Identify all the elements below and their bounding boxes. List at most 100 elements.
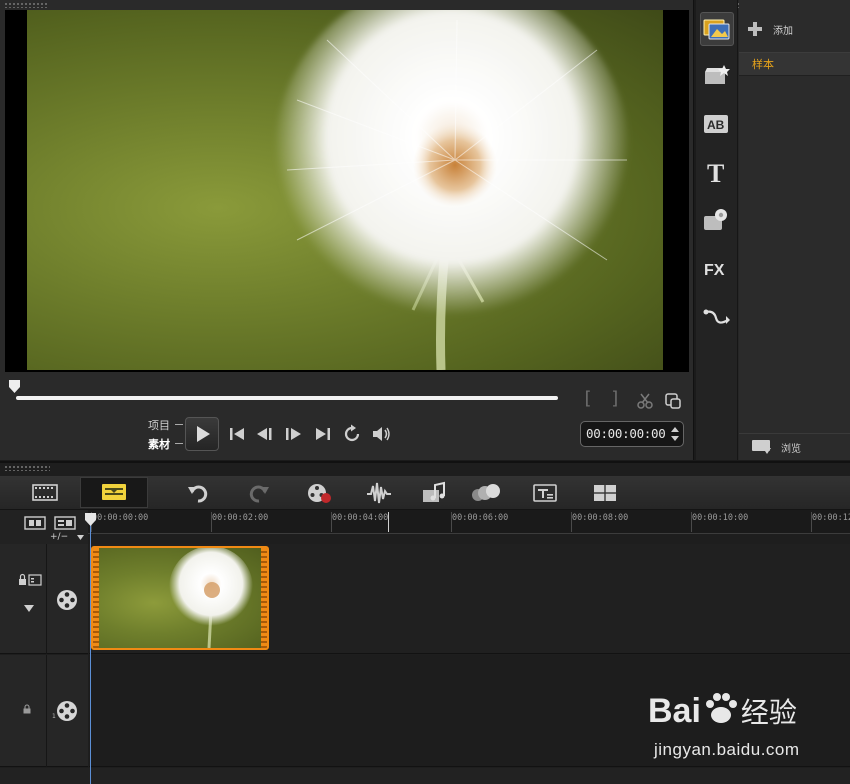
panel-grip[interactable] xyxy=(4,2,48,8)
track-expand-icon[interactable] xyxy=(24,605,34,612)
playhead-marker[interactable] xyxy=(85,513,96,526)
ruler-label: 00:00:02:00 xyxy=(212,513,269,523)
redo-button[interactable] xyxy=(246,481,272,505)
graphic-icon[interactable] xyxy=(700,204,734,238)
sound-mixer-button[interactable] xyxy=(366,481,392,505)
filter-icon[interactable]: FX xyxy=(700,252,734,286)
transition-icon[interactable]: AB xyxy=(700,108,734,142)
step-forward-icon xyxy=(286,428,301,440)
volume-button[interactable] xyxy=(370,423,392,445)
timecode-field[interactable]: 00:00:00:00 xyxy=(580,421,684,447)
baidu-watermark: Bai 经验 jingyan.baidu.com xyxy=(648,688,848,778)
overlay-track-reel-icon[interactable] xyxy=(56,700,78,722)
grid-icon xyxy=(594,485,616,501)
go-to-start-button[interactable] xyxy=(226,423,248,445)
timeline-toolbar xyxy=(0,476,850,510)
paw-icon xyxy=(705,693,737,723)
filmstrip-icon xyxy=(32,484,58,501)
panel-grip[interactable] xyxy=(4,465,50,471)
motion-circles-icon xyxy=(472,484,500,501)
browse-folder-icon xyxy=(752,440,771,454)
storyboard-view-button[interactable] xyxy=(12,477,80,508)
video-track-header xyxy=(0,544,88,654)
zoom-dropdown-icon[interactable] xyxy=(77,535,84,540)
next-frame-button[interactable] xyxy=(282,423,304,445)
ruler-label: 00:00:04:00 xyxy=(332,513,389,523)
video-track-lane[interactable] xyxy=(89,544,850,654)
rail-fx-text: FX xyxy=(704,262,725,279)
lock-ripple-icon[interactable] xyxy=(18,573,42,587)
timeline-view-button[interactable] xyxy=(80,477,148,508)
speaker-icon xyxy=(373,427,390,441)
instant-project-icon[interactable] xyxy=(700,60,734,94)
library-folder-sample[interactable]: 样本 xyxy=(739,52,850,76)
timecode-spinner-icon[interactable] xyxy=(670,425,680,443)
motion-tracking-button[interactable] xyxy=(471,481,500,505)
track-header-controls: +/− xyxy=(0,510,88,544)
rail-ab-text: AB xyxy=(707,118,725,132)
playhead-line xyxy=(90,524,91,784)
undo-button[interactable] xyxy=(185,481,211,505)
subtitle-icon xyxy=(533,484,557,502)
waveform-icon xyxy=(367,482,391,504)
title-icon[interactable]: T xyxy=(700,156,734,190)
track-lock-icon[interactable] xyxy=(22,704,32,714)
redo-icon xyxy=(249,485,269,503)
clip-thumbnail-image xyxy=(169,548,253,648)
repeat-button[interactable] xyxy=(341,423,363,445)
ruler-label: 00:00:12 xyxy=(812,513,850,523)
record-reel-icon xyxy=(308,484,331,503)
library-panel: AB T FX 添加 样本 浏览 xyxy=(696,0,850,460)
skip-start-icon xyxy=(230,428,244,440)
go-to-end-button[interactable] xyxy=(312,423,334,445)
play-button[interactable] xyxy=(185,417,219,451)
scissors-icon[interactable] xyxy=(636,392,654,410)
ruler-label: 00:00:08:00 xyxy=(572,513,629,523)
library-category-rail: AB T FX xyxy=(696,0,738,460)
media-icon[interactable] xyxy=(700,12,734,46)
enlarge-preview-icon[interactable] xyxy=(664,392,682,410)
music-note-icon xyxy=(423,481,445,502)
ruler-label: 00:00:06:00 xyxy=(452,513,509,523)
plus-icon xyxy=(748,22,762,36)
timecode-value: 00:00:00:00 xyxy=(586,426,666,441)
clip-trim-handle-right[interactable] xyxy=(261,548,267,648)
dandelion-image xyxy=(274,10,630,370)
watermark-url: jingyan.baidu.com xyxy=(654,740,800,759)
mark-in-button[interactable]: [ xyxy=(582,388,593,409)
path-icon[interactable] xyxy=(700,300,734,334)
zoom-label[interactable]: +/− xyxy=(50,532,68,542)
ruler-label: 00:00:00:00 xyxy=(92,513,149,523)
time-ruler[interactable]: 00:00:00:00 00:00:02:00 00:00:04:00 00:0… xyxy=(88,510,850,534)
library-add-button[interactable]: 添加 xyxy=(747,18,793,40)
ruler-label: 00:00:10:00 xyxy=(692,513,749,523)
auto-music-button[interactable] xyxy=(421,481,447,505)
play-icon xyxy=(197,426,210,442)
multi-camera-button[interactable] xyxy=(592,481,618,505)
preview-window[interactable] xyxy=(5,10,689,372)
library-content: 添加 样本 浏览 xyxy=(739,0,850,460)
record-capture-button[interactable] xyxy=(306,481,332,505)
mode-project-label[interactable]: 项目 xyxy=(148,417,170,433)
scrubber-track[interactable] xyxy=(16,396,558,400)
mode-clip-tick xyxy=(175,443,183,444)
mark-out-button[interactable]: ] xyxy=(610,388,621,409)
previous-frame-button[interactable] xyxy=(254,423,276,445)
track-manager-icon[interactable] xyxy=(24,516,46,530)
overlay-track-header: 1 xyxy=(0,655,88,767)
library-add-label: 添加 xyxy=(773,25,793,37)
subtitle-editor-button[interactable] xyxy=(532,481,558,505)
skip-end-icon xyxy=(316,428,330,440)
scrubber-handle[interactable] xyxy=(9,380,20,393)
chapter-marker-icon[interactable] xyxy=(54,516,76,530)
repeat-icon xyxy=(344,424,360,442)
step-back-icon xyxy=(257,428,272,440)
timeline-view-icon xyxy=(102,484,126,500)
library-browse-button[interactable]: 浏览 xyxy=(739,433,850,460)
clip-trim-handle-left[interactable] xyxy=(93,548,99,648)
watermark-brand: Bai 经验 xyxy=(648,688,797,731)
video-clip[interactable] xyxy=(91,546,269,650)
video-track-reel-icon[interactable] xyxy=(56,589,78,611)
library-browse-label: 浏览 xyxy=(781,443,801,455)
mode-clip-label[interactable]: 素材 xyxy=(148,436,170,452)
